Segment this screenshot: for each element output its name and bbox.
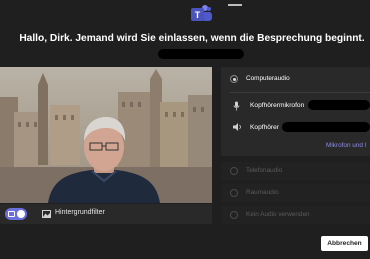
room-audio-option[interactable]: [221, 184, 370, 202]
camera-feed-image: [0, 67, 212, 203]
microphone-icon[interactable]: [233, 101, 240, 111]
camera-icon: [8, 211, 15, 217]
background-filter-icon[interactable]: [42, 210, 51, 218]
teams-icon: T: [191, 5, 212, 21]
background-filter-label[interactable]: Hintergrundfilter: [55, 209, 105, 216]
phone-audio-label[interactable]: Telefonaudio: [246, 167, 282, 174]
device-settings-link[interactable]: Mikrofon und l: [326, 142, 366, 149]
video-preview: [0, 67, 212, 203]
microphone-device-label[interactable]: Kopfhörermikrofon: [250, 102, 304, 109]
panel-divider: [229, 92, 370, 93]
room-audio-radio[interactable]: [230, 189, 238, 197]
speaker-icon[interactable]: [233, 123, 242, 131]
waiting-message: Hallo, Dirk. Jemand wird Sie einlassen, …: [19, 33, 365, 44]
no-audio-radio[interactable]: [230, 211, 238, 219]
computer-audio-label[interactable]: Computeraudio: [246, 75, 290, 82]
redacted-speaker-name: [282, 122, 370, 132]
no-audio-label[interactable]: Kein Audio verwenden: [246, 211, 310, 218]
redacted-microphone-name: [308, 100, 370, 110]
phone-audio-option[interactable]: [221, 162, 370, 180]
phone-audio-radio[interactable]: [230, 167, 238, 175]
svg-text:T: T: [195, 10, 201, 20]
room-audio-label[interactable]: Raumaudio: [246, 189, 279, 196]
toggle-knob: [17, 210, 25, 218]
camera-toggle[interactable]: [5, 208, 27, 220]
window-dash: [228, 4, 242, 6]
redacted-meeting-title: [158, 49, 244, 59]
cancel-button[interactable]: Abbrechen: [321, 236, 368, 251]
video-controls-bar: Hintergrundfilter: [0, 204, 212, 224]
computer-audio-radio[interactable]: [230, 75, 238, 83]
speaker-device-label[interactable]: Kopfhörer: [250, 124, 279, 131]
